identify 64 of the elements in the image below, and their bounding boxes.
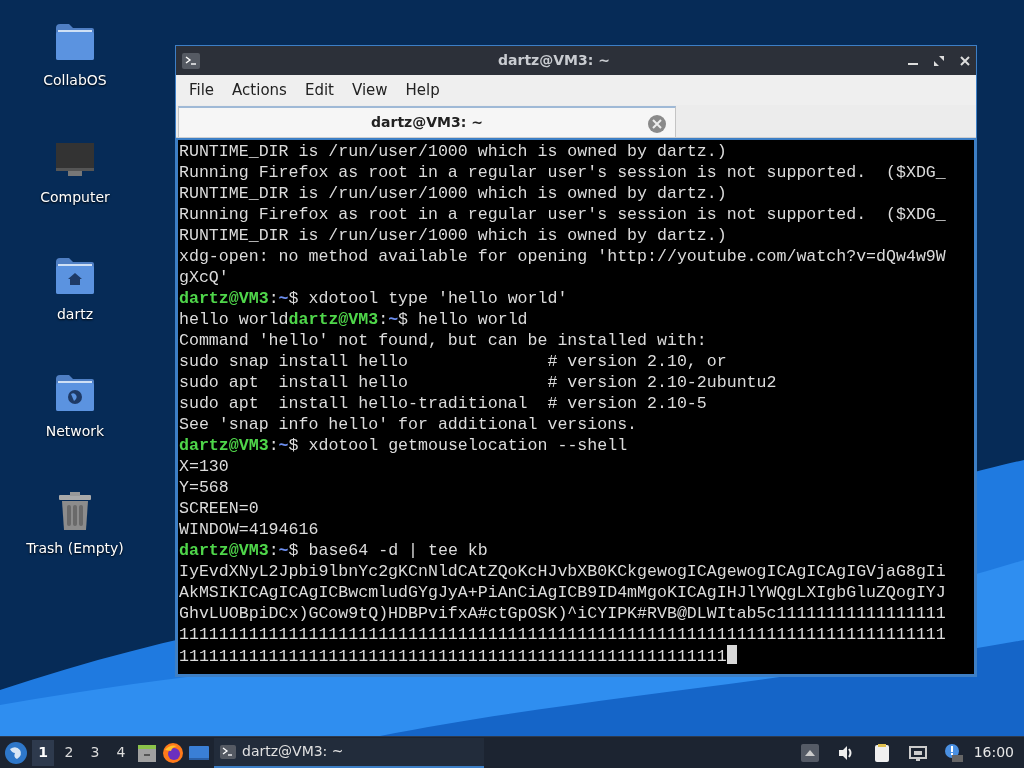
terminal-line: GhvLUOBpiDCx)GCow9tQ)HDBPvifxA#ctGpOSK)^iCYIPK#RVB@DLWItab5c11111111111111111 — [179, 603, 947, 624]
command-text: $ xdotool getmouselocation --shell — [288, 436, 628, 455]
prompt-separator: : — [268, 436, 279, 455]
terminal-line: Y=568 — [179, 477, 230, 498]
terminal-icon — [220, 744, 236, 759]
prompt-user: dartz@VM3 — [179, 541, 269, 560]
terminal-line: Command 'hello' not found, but can be installed with: — [179, 330, 708, 351]
taskbar-task[interactable]: dartz@VM3: ~ — [214, 737, 484, 768]
terminal-icon — [182, 52, 200, 69]
prompt-user: dartz@VM3 — [288, 310, 379, 329]
terminal-line: gXcQ' — [179, 267, 230, 288]
workspace-button[interactable]: 2 — [58, 739, 80, 766]
command-text: $ xdotool type 'hello world' — [288, 289, 568, 308]
close-icon[interactable] — [960, 55, 970, 66]
workspace-button[interactable]: 1 — [32, 739, 54, 766]
prompt-separator: : — [268, 289, 279, 308]
prompt-path: ~ — [278, 436, 289, 455]
terminal-line: IyEvdXNyL2Jpbi9lbnYc2gKCnNldCAtZQoKcHJvbXB0KCkgewogICAgewogICAgICAgIGVjaG8gIi — [179, 561, 947, 582]
prompt-separator: : — [268, 541, 279, 560]
terminal-line: xdg-open: no method available for opening 'http://youtube.com/watch?v=dQw4w9W — [179, 246, 947, 267]
terminal-line: See 'snap info hello' for additional versions. — [179, 414, 639, 435]
icon-label[interactable]: CollabOS — [43, 70, 107, 91]
notification-icon[interactable] — [943, 742, 964, 763]
output-text: hello world — [179, 310, 289, 329]
prompt-user: dartz@VM3 — [179, 436, 269, 455]
start-menu-icon[interactable] — [4, 740, 28, 765]
clock[interactable]: 16:00 — [973, 742, 1014, 763]
firefox-icon[interactable] — [162, 741, 184, 764]
terminal-line: WINDOW=4194616 — [179, 519, 320, 540]
terminal-line: sudo apt install hello # version 2.10-2ubuntu2 — [179, 372, 778, 393]
terminal-line: RUNTIME_DIR is /run/user/1000 which is owned by dartz.) — [179, 225, 728, 246]
menu-item[interactable]: Actions — [223, 78, 296, 102]
prompt-separator: : — [378, 310, 389, 329]
menu-item[interactable]: Help — [396, 78, 449, 102]
icon-label[interactable]: Trash (Empty) — [26, 538, 124, 559]
terminal-line: 11111111111111111111111111111111111111111111111111111111111111111111111111111 — [179, 624, 947, 645]
icon-label[interactable]: dartz — [56, 304, 94, 325]
terminal-line: sudo snap install hello # version 2.10, or — [179, 351, 728, 372]
menu-item[interactable]: Edit — [295, 78, 343, 102]
terminal-line: X=130 — [179, 456, 230, 477]
terminal-line: RUNTIME_DIR is /run/user/1000 which is owned by dartz.) — [179, 141, 728, 162]
terminal-line: SCREEN=0 — [179, 498, 260, 519]
terminal-line: Running Firefox as root in a regular user's session is not supported. ($XDG_ — [179, 162, 947, 183]
terminal-line: Running Firefox as root in a regular user's session is not supported. ($XDG_ — [179, 204, 947, 225]
icon-label[interactable]: Computer — [40, 187, 110, 208]
maximize-icon[interactable] — [934, 55, 944, 66]
menu-item[interactable]: View — [342, 78, 397, 102]
prompt-user: dartz@VM3 — [179, 289, 269, 308]
prompt-path: ~ — [278, 541, 289, 560]
terminal-line: AkMSIKICAgICAgICBwcmludGYgJyA+PiAnCiAgICB9ID4mMgoKICAgIHJlYWQgLXIgbGluZQogIYJ — [179, 582, 947, 603]
tab[interactable]: dartz@VM3: ~ — [178, 106, 676, 137]
command-text: $ base64 -d | tee kb — [288, 541, 488, 560]
workspace-button[interactable]: 4 — [110, 739, 132, 766]
show-hidden-icon[interactable] — [799, 742, 820, 763]
command-text: $ hello world — [398, 310, 528, 329]
terminal-line: RUNTIME_DIR is /run/user/1000 which is owned by dartz.) — [179, 183, 728, 204]
workspace-button[interactable]: 3 — [84, 739, 106, 766]
window-title: dartz@VM3: ~ — [497, 51, 611, 70]
prompt-path: ~ — [278, 289, 289, 308]
terminal-line: 1111111111111111111111111111111111111111111111111111111 — [179, 647, 727, 666]
icon-label[interactable]: Network — [45, 421, 105, 442]
prompt-path: ~ — [388, 310, 399, 329]
menu-item[interactable]: File — [180, 78, 224, 102]
terminal-line: sudo apt install hello-traditional # version 2.10-5 — [179, 393, 708, 414]
